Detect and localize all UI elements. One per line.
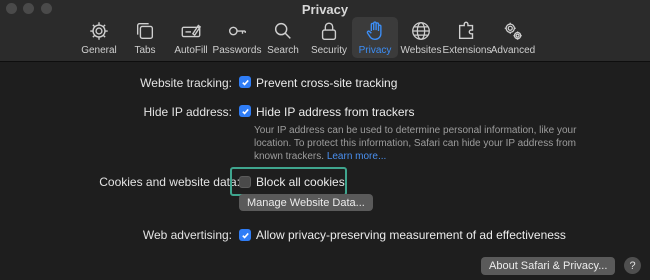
tab-extensions-label: Extensions xyxy=(442,45,492,56)
tab-tabs-label: Tabs xyxy=(134,45,156,56)
help-button[interactable]: ? xyxy=(624,257,641,274)
tab-search[interactable]: Search xyxy=(260,17,306,58)
learn-more-link[interactable]: Learn more... xyxy=(327,151,386,162)
cookies-label: Cookies and website data: xyxy=(99,175,240,189)
about-safari-privacy-button[interactable]: About Safari & Privacy... xyxy=(481,257,616,275)
checkmark-icon xyxy=(241,108,249,115)
globe-icon xyxy=(412,22,430,40)
lock-icon xyxy=(321,22,337,40)
ad-measurement-label[interactable]: Allow privacy-preserving measurement of … xyxy=(256,228,566,242)
titlebar: Privacy General Tabs AutoFill Passwords … xyxy=(0,0,650,62)
tab-advanced-label: Advanced xyxy=(490,45,536,56)
autofill-icon xyxy=(181,24,202,38)
hide-ip-label: Hide IP address: xyxy=(143,105,233,119)
hide-ip-description-text: Your IP address can be used to determine… xyxy=(254,125,577,162)
tab-passwords-label: Passwords xyxy=(212,45,262,56)
ad-measurement-checkbox[interactable] xyxy=(239,229,251,241)
tab-autofill[interactable]: AutoFill xyxy=(168,17,214,58)
key-icon xyxy=(228,26,246,36)
checkmark-icon xyxy=(241,232,249,239)
gear-icon xyxy=(90,22,108,40)
preferences-window: Privacy General Tabs AutoFill Passwords … xyxy=(0,0,650,280)
hide-ip-description: Your IP address can be used to determine… xyxy=(254,124,584,163)
tab-websites[interactable]: Websites xyxy=(398,17,444,58)
tab-privacy[interactable]: Privacy xyxy=(352,17,398,58)
website-tracking-label: Website tracking: xyxy=(140,76,232,90)
tab-general-label: General xyxy=(81,45,117,56)
gears-icon xyxy=(504,22,522,40)
hide-ip-option-label[interactable]: Hide IP address from trackers xyxy=(256,105,415,119)
tab-privacy-label: Privacy xyxy=(358,45,392,56)
privacy-pane: Website tracking: Prevent cross-site tra… xyxy=(0,63,650,280)
web-advertising-label: Web advertising: xyxy=(142,228,232,242)
prevent-cross-site-tracking-label[interactable]: Prevent cross-site tracking xyxy=(256,76,397,90)
hide-ip-checkbox[interactable] xyxy=(239,105,251,117)
block-all-cookies-checkbox[interactable] xyxy=(239,176,251,188)
tab-tabs[interactable]: Tabs xyxy=(122,17,168,58)
tab-advanced[interactable]: Advanced xyxy=(490,17,536,58)
window-title: Privacy xyxy=(301,2,349,17)
tab-passwords[interactable]: Passwords xyxy=(212,17,262,58)
tab-autofill-label: AutoFill xyxy=(174,45,208,56)
tab-search-label: Search xyxy=(267,45,299,56)
checkmark-icon xyxy=(241,79,249,86)
preferences-toolbar: General Tabs AutoFill Passwords Search S… xyxy=(76,17,536,59)
manage-website-data-button[interactable]: Manage Website Data... xyxy=(239,194,373,211)
magnifier-icon xyxy=(274,22,291,39)
prevent-cross-site-tracking-checkbox[interactable] xyxy=(239,76,251,88)
tab-security-label: Security xyxy=(310,45,348,56)
tabs-icon xyxy=(136,22,154,40)
block-all-cookies-label[interactable]: Block all cookies xyxy=(256,175,345,189)
tab-general[interactable]: General xyxy=(76,17,122,58)
tab-security[interactable]: Security xyxy=(306,17,352,58)
hand-icon xyxy=(366,21,382,40)
tab-extensions[interactable]: Extensions xyxy=(442,17,492,58)
extensions-icon xyxy=(458,21,474,40)
tab-websites-label: Websites xyxy=(400,45,442,56)
